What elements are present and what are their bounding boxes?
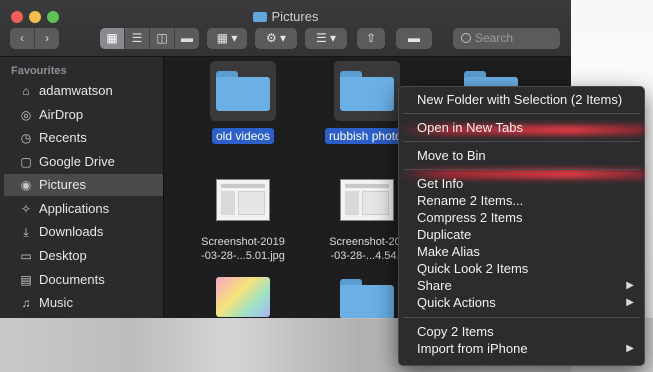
- search-icon: [461, 33, 471, 43]
- camera-icon: ◉: [20, 178, 32, 192]
- menu-item-compress[interactable]: Compress 2 Items: [399, 209, 644, 226]
- menu-item-duplicate[interactable]: Duplicate: [399, 226, 644, 243]
- icon-view-button[interactable]: ▦: [100, 28, 125, 49]
- sidebar-item-label: Music: [39, 295, 73, 310]
- window-title-text: Pictures: [271, 9, 319, 24]
- list-view-button[interactable]: ☰: [125, 28, 150, 49]
- group-by-button[interactable]: ▦ ▾: [207, 28, 247, 49]
- sidebar-item-desktop[interactable]: ▭ Desktop: [4, 245, 163, 267]
- window-title: Pictures: [0, 9, 571, 24]
- menu-item-label: Quick Actions: [417, 295, 496, 310]
- view-mode-switcher: ▦ ☰ ◫ ▬: [100, 28, 199, 49]
- menu-item-new-folder-with-selection[interactable]: New Folder with Selection (2 Items): [399, 91, 644, 108]
- arrange-button[interactable]: ☰ ▾: [305, 28, 347, 49]
- submenu-arrow-icon: ▶: [626, 343, 634, 354]
- screenshot-thumbnail[interactable]: [216, 179, 270, 221]
- folder-item-rubbish-photo[interactable]: [340, 71, 394, 111]
- sidebar-item-label: Applications: [39, 201, 110, 216]
- sidebar-item-airdrop[interactable]: ◎ AirDrop: [4, 104, 163, 126]
- sidebar-item-music[interactable]: ♫ Music: [4, 292, 163, 314]
- file-label[interactable]: Screenshot-2019 -03-28-...5.01.jpg: [188, 235, 298, 263]
- sidebar-item-label: Desktop: [39, 248, 87, 263]
- sidebar-item-recents[interactable]: ◷ Recents: [4, 127, 163, 149]
- sidebar-item-label: adamwatson: [39, 83, 113, 98]
- menu-item-quick-look[interactable]: Quick Look 2 Items: [399, 260, 644, 277]
- sidebar-item-home[interactable]: ⌂ adamwatson: [4, 80, 163, 102]
- menu-item-move-to-bin[interactable]: Move to Bin: [399, 147, 644, 164]
- sidebar-item-downloads[interactable]: ⤓ Downloads: [4, 221, 163, 243]
- sidebar-item-applications[interactable]: ✧ Applications: [4, 198, 163, 220]
- title-bar: Pictures ‹ › ▦ ☰ ◫ ▬ ▦ ▾ ⚙ ▾ ☰ ▾ ⇧ ▬ Sea…: [0, 0, 571, 57]
- menu-item-make-alias[interactable]: Make Alias: [399, 243, 644, 260]
- file-label-line: Screenshot-2019: [201, 236, 285, 248]
- menu-item-rename[interactable]: Rename 2 Items...: [399, 192, 644, 209]
- submenu-arrow-icon: ▶: [626, 297, 634, 308]
- sidebar-item-label: Documents: [39, 272, 105, 287]
- sidebar-item-documents[interactable]: ▤ Documents: [4, 269, 163, 291]
- folder-icon: ▢: [20, 155, 32, 169]
- home-icon: ⌂: [22, 84, 30, 98]
- menu-item-quick-actions[interactable]: Quick Actions ▶: [399, 294, 644, 311]
- sidebar-item-google-drive[interactable]: ▢ Google Drive: [4, 151, 163, 173]
- menu-item-copy[interactable]: Copy 2 Items: [399, 323, 644, 340]
- menu-item-import-from-iphone[interactable]: Import from iPhone ▶: [399, 340, 644, 357]
- menu-item-get-info[interactable]: Get Info: [399, 175, 644, 192]
- screenshot-thumbnail[interactable]: [340, 179, 394, 221]
- share-button[interactable]: ⇧: [357, 28, 385, 49]
- clock-icon: ◷: [20, 131, 32, 145]
- menu-separator: [403, 169, 640, 170]
- column-view-button[interactable]: ◫: [150, 28, 175, 49]
- file-label[interactable]: old videos: [212, 128, 275, 144]
- airdrop-icon: ◎: [20, 108, 32, 122]
- menu-item-label: Share: [417, 278, 452, 293]
- back-button[interactable]: ‹: [10, 28, 35, 49]
- navigation-buttons: ‹ ›: [10, 28, 59, 49]
- music-icon: ♫: [21, 296, 31, 310]
- menu-separator: [403, 317, 640, 318]
- download-icon: ⤓: [23, 225, 29, 239]
- folder-item-old-videos[interactable]: [216, 71, 270, 111]
- menu-separator: [403, 141, 640, 142]
- document-icon: ▤: [20, 273, 32, 287]
- menu-item-open-in-new-tabs[interactable]: Open in New Tabs: [399, 119, 644, 136]
- sidebar-item-label: Downloads: [39, 224, 104, 239]
- folder-item-fourth[interactable]: [340, 279, 394, 319]
- menu-item-label: Import from iPhone: [417, 341, 528, 356]
- file-label-line: -03-28-...5.01.jpg: [201, 250, 285, 262]
- search-placeholder: Search: [475, 31, 514, 45]
- sidebar-heading: Favourites: [11, 65, 67, 77]
- desktop-icon: ▭: [20, 249, 32, 263]
- search-field[interactable]: Search: [453, 28, 560, 49]
- image-thumbnail[interactable]: [216, 277, 270, 317]
- sidebar-item-label: Google Drive: [39, 154, 115, 169]
- menu-item-share[interactable]: Share ▶: [399, 277, 644, 294]
- sidebar-item-label: Recents: [39, 130, 87, 145]
- applications-icon: ✧: [20, 202, 32, 216]
- folder-icon: [252, 12, 267, 22]
- gallery-view-button[interactable]: ▬: [175, 28, 199, 49]
- file-label[interactable]: rubbish photo: [325, 128, 406, 144]
- tags-button[interactable]: ▬: [396, 28, 432, 49]
- submenu-arrow-icon: ▶: [626, 280, 634, 291]
- sidebar-item-label: AirDrop: [39, 107, 84, 122]
- sidebar-item-label: Pictures: [39, 177, 86, 192]
- context-menu: New Folder with Selection (2 Items) Open…: [398, 86, 645, 366]
- forward-button[interactable]: ›: [35, 28, 59, 49]
- sidebar-item-pictures[interactable]: ◉ Pictures: [4, 174, 163, 196]
- menu-separator: [403, 113, 640, 114]
- action-gear-button[interactable]: ⚙ ▾: [255, 28, 297, 49]
